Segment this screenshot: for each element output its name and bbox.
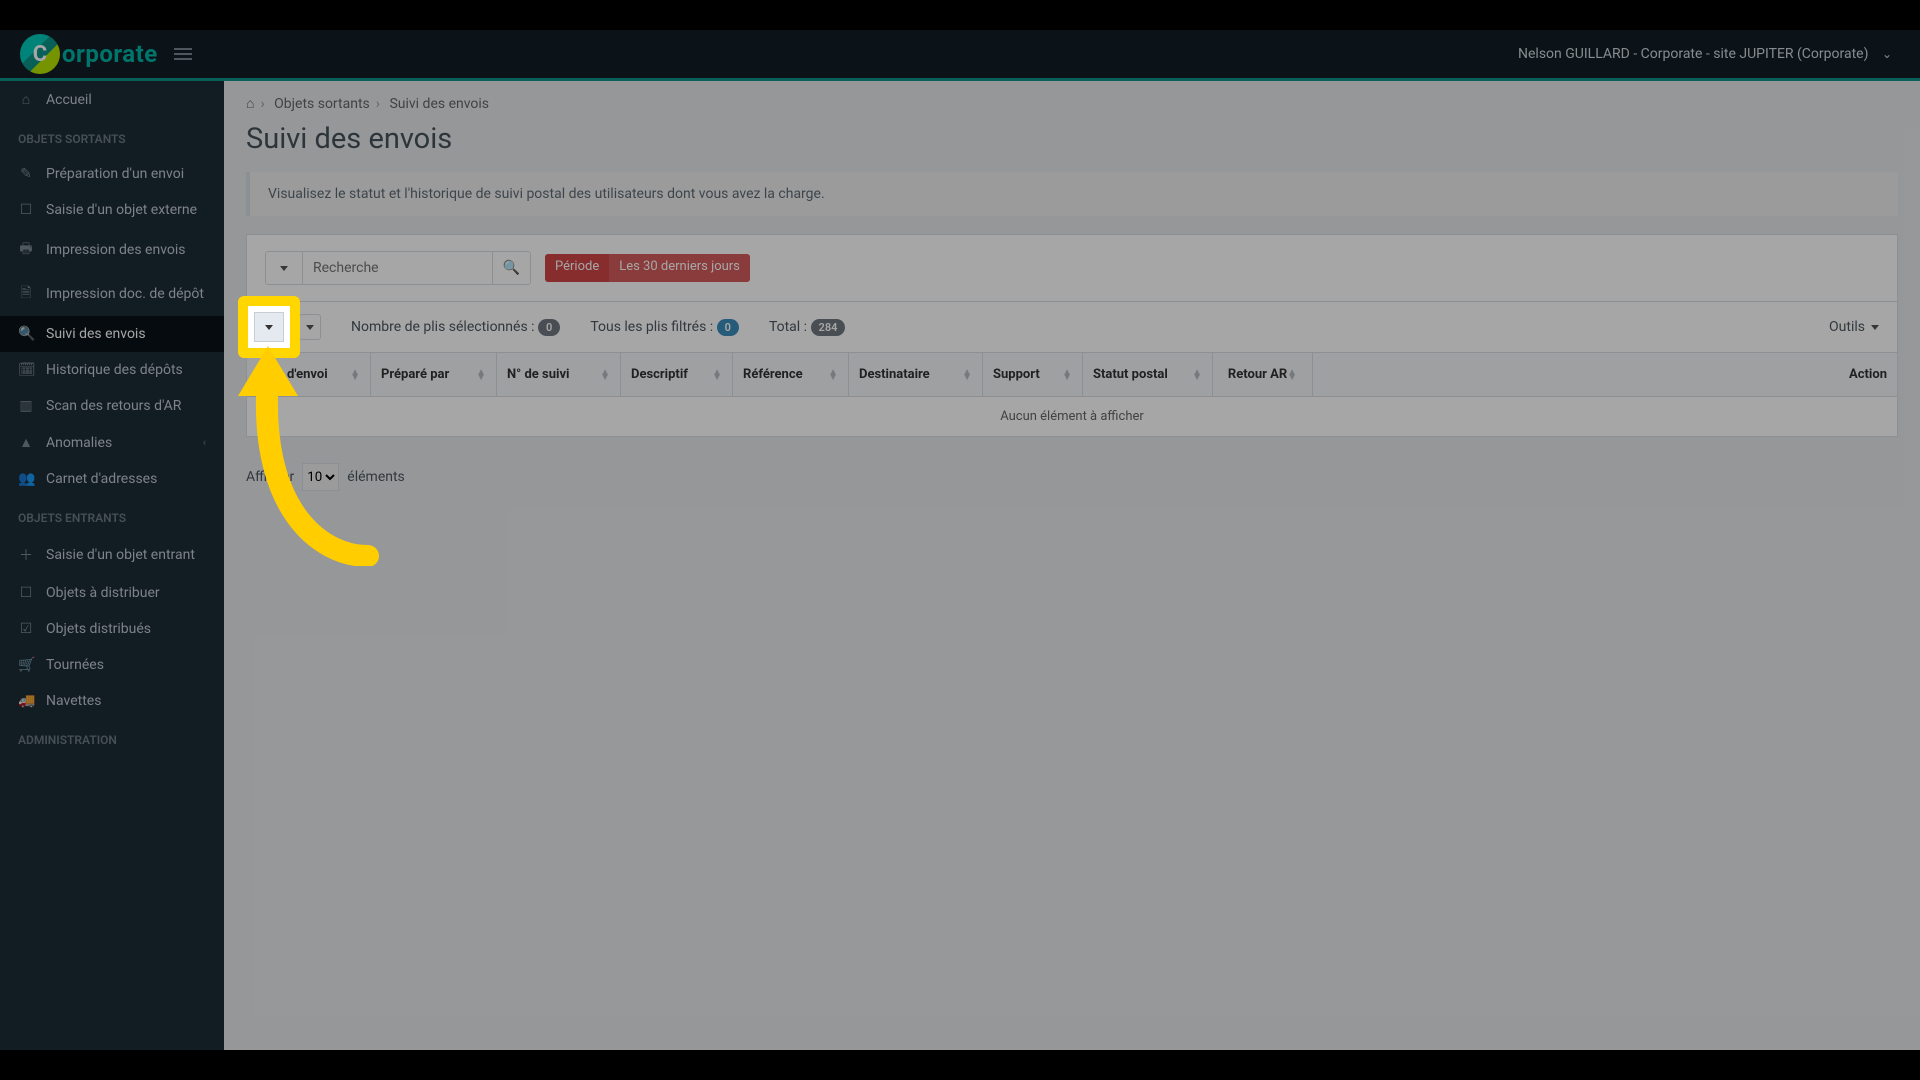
caret-down-icon [265, 325, 273, 330]
highlight-frame [238, 296, 300, 358]
overlay-dimmer [0, 30, 1920, 1050]
highlighted-filter-button[interactable] [254, 312, 284, 342]
